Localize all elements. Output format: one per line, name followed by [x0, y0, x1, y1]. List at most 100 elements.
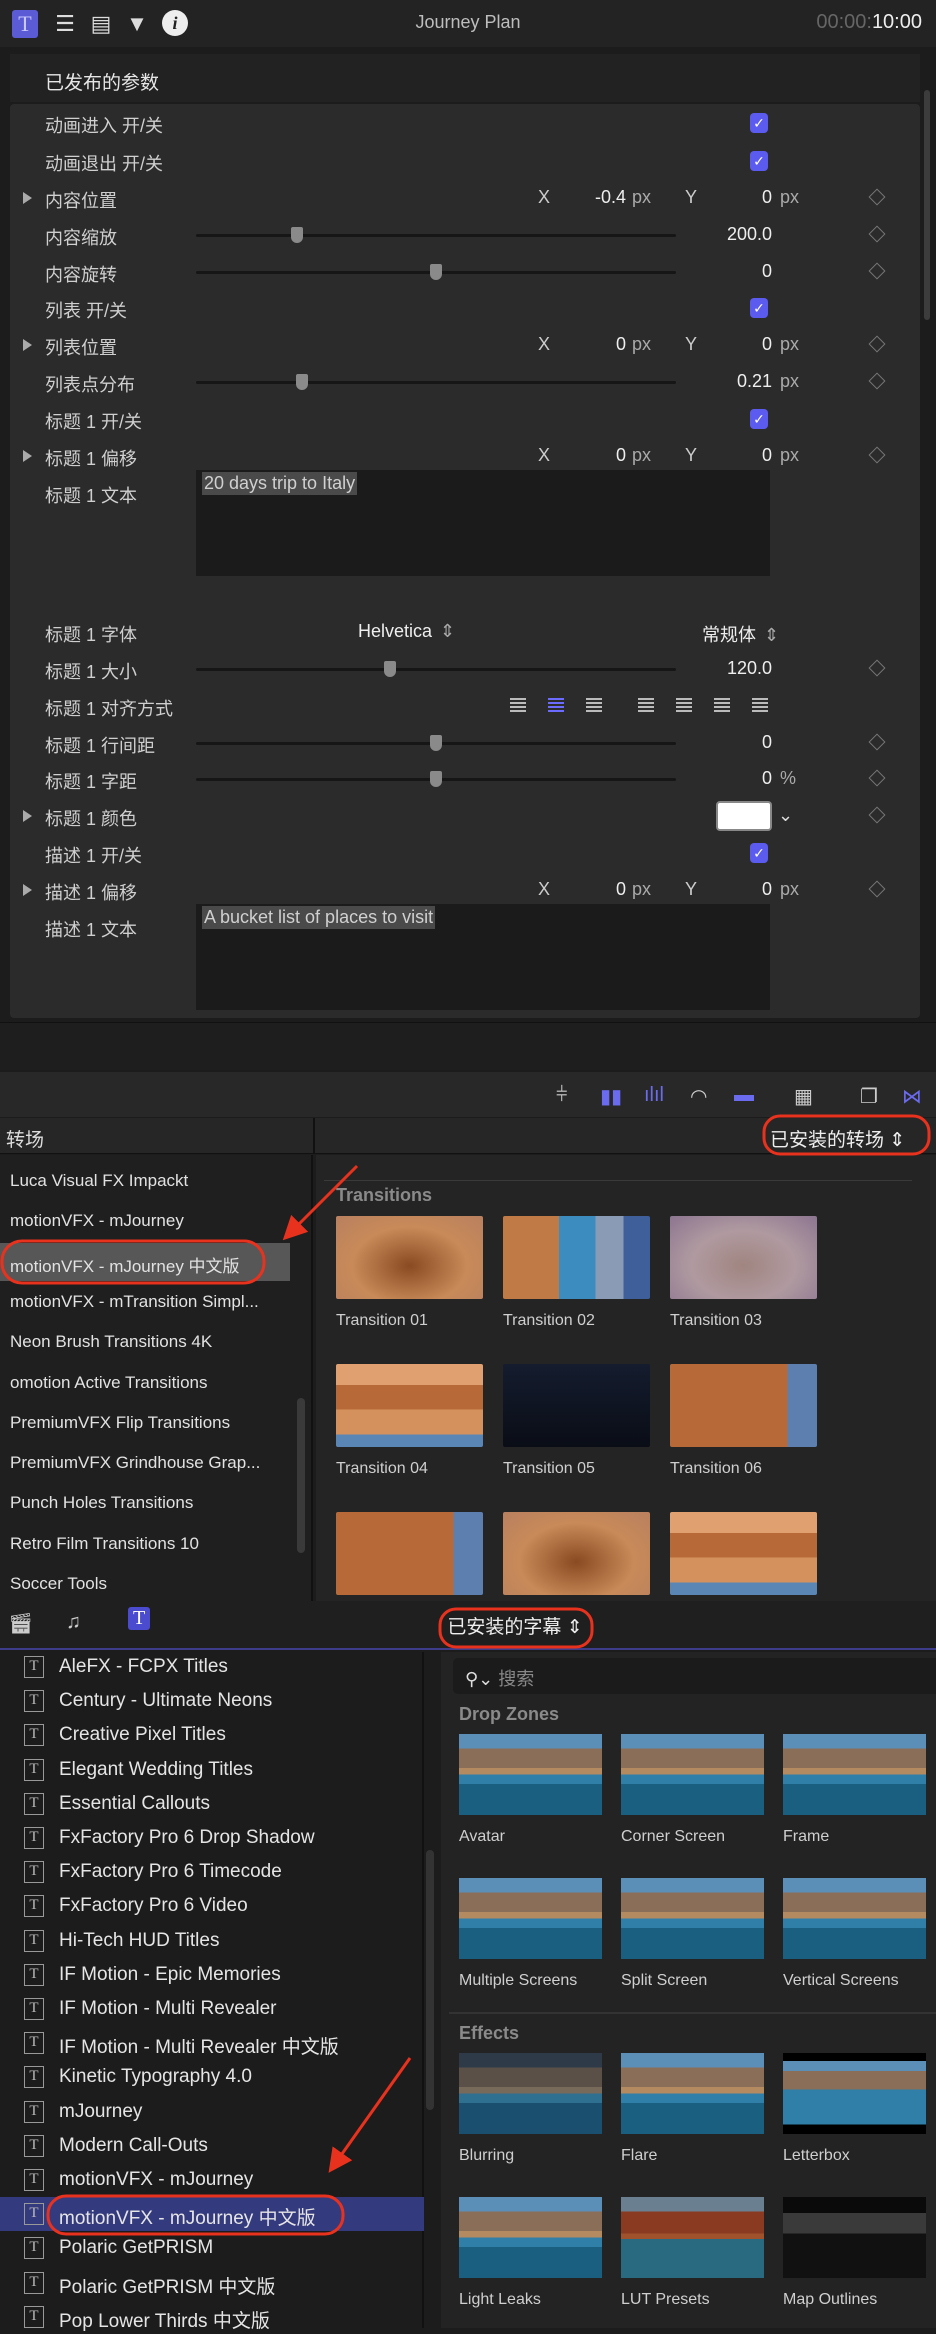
text-area[interactable]: A bucket list of places to visit — [196, 904, 770, 1010]
title-category-item[interactable]: T Polaric GetPRISM 中文版 — [0, 2266, 424, 2300]
title-category-item[interactable]: T Modern Call-Outs — [0, 2129, 424, 2163]
title-thumbnail[interactable] — [459, 1734, 602, 1815]
slider-thumb[interactable] — [295, 374, 308, 390]
transition-category-item[interactable]: PremiumVFX Grindhouse Grap... — [0, 1444, 290, 1482]
checkbox[interactable]: ✓ — [750, 298, 768, 318]
checkbox[interactable]: ✓ — [750, 409, 768, 429]
slider-track[interactable] — [196, 264, 676, 280]
title-category-item[interactable]: T Polaric GetPRISM — [0, 2231, 424, 2265]
snapping-icon[interactable]: ▬ — [734, 1084, 754, 1107]
x-value-field[interactable]: 0 — [550, 445, 626, 466]
transition-thumbnail[interactable] — [503, 1512, 650, 1595]
value-field[interactable]: 0 — [650, 768, 772, 789]
keyframe-diamond-icon[interactable] — [868, 262, 886, 280]
title-category-item[interactable]: T Pop Lower Thirds 中文版 — [0, 2300, 424, 2334]
waveform-icon[interactable]: ılıl — [644, 1084, 664, 1107]
clapper-icon[interactable]: 🎬︎ — [8, 1611, 33, 1636]
slider-track[interactable] — [196, 227, 676, 243]
keyframe-diamond-icon[interactable] — [868, 225, 886, 243]
x-value-field[interactable]: -0.4 — [550, 187, 626, 208]
slider-thumb[interactable] — [384, 661, 397, 677]
font-style-popup[interactable]: 常规体 ⇕ — [702, 621, 779, 647]
installed-transitions-dropdown[interactable]: 已安装的转场 ⇕ — [770, 1125, 905, 1152]
checkbox[interactable]: ✓ — [750, 113, 768, 133]
title-thumbnail[interactable] — [783, 2197, 926, 2278]
justify-full-icon[interactable] — [752, 698, 768, 712]
transition-thumbnail[interactable] — [336, 1364, 483, 1447]
title-category-item[interactable]: T IF Motion - Epic Memories — [0, 1958, 424, 1992]
photos-audio-icon[interactable]: ♫ — [66, 1611, 81, 1634]
transition-category-item[interactable]: motionVFX - mJourney — [0, 1202, 290, 1240]
transition-thumbnail[interactable] — [670, 1364, 817, 1447]
transition-category-item[interactable]: PremiumVFX Flip Transitions — [0, 1404, 290, 1442]
title-category-item[interactable]: TmotionVFX - mJourney 中文版 — [0, 2197, 424, 2232]
title-category-item[interactable]: T Century - Ultimate Neons — [0, 1684, 424, 1718]
color-swatch[interactable] — [716, 801, 772, 831]
checkbox[interactable]: ✓ — [750, 843, 768, 863]
align-left-icon[interactable] — [510, 698, 526, 712]
transition-category-item[interactable]: Neon Brush Transitions 4K — [0, 1323, 290, 1361]
title-category-item[interactable]: TmJourney — [0, 2095, 424, 2129]
title-category-item[interactable]: T FxFactory Pro 6 Drop Shadow — [0, 1821, 424, 1855]
chevron-down-icon[interactable]: ⌄ — [778, 805, 793, 826]
justify-center-icon[interactable] — [676, 698, 692, 712]
transition-category-item[interactable]: omotion Active Transitions — [0, 1364, 290, 1402]
browser-toggle-icon[interactable]: ❐ — [860, 1084, 878, 1109]
y-value-field[interactable]: 0 — [700, 334, 772, 355]
keyframe-diamond-icon[interactable] — [868, 880, 886, 898]
film-icon[interactable]: ▦ — [794, 1084, 813, 1109]
disclosure-triangle-icon[interactable] — [23, 810, 32, 822]
clip-appearance-icon[interactable]: ▮▮ — [600, 1084, 622, 1109]
title-thumbnail[interactable] — [621, 1734, 764, 1815]
keyframe-diamond-icon[interactable] — [868, 335, 886, 353]
transition-thumbnail[interactable] — [670, 1216, 817, 1299]
title-thumbnail[interactable] — [783, 1878, 926, 1959]
transition-category-item[interactable]: Soccer Tools — [0, 1565, 290, 1603]
title-category-item[interactable]: T Kinetic Typography 4.0 — [0, 2060, 424, 2094]
title-thumbnail[interactable] — [459, 2197, 602, 2278]
index-icon[interactable]: ⫩ — [556, 1084, 567, 1107]
transition-category-item[interactable]: Luca Visual FX Impackt — [0, 1162, 290, 1200]
justify-right-icon[interactable] — [714, 698, 730, 712]
value-field[interactable]: 0.21 — [650, 371, 772, 392]
disclosure-triangle-icon[interactable] — [23, 192, 32, 204]
titles-generators-icon[interactable]: T — [128, 1607, 151, 1630]
title-category-item[interactable]: T Hi-Tech HUD Titles — [0, 1924, 424, 1958]
keyframe-diamond-icon[interactable] — [868, 446, 886, 464]
title-thumbnail[interactable] — [783, 1734, 926, 1815]
transition-category-item[interactable]: motionVFX - mJourney 中文版 — [0, 1242, 290, 1281]
slider-thumb[interactable] — [430, 771, 442, 787]
keyframe-diamond-icon[interactable] — [868, 372, 886, 390]
title-category-item[interactable]: T Essential Callouts — [0, 1787, 424, 1821]
transition-thumbnail[interactable] — [336, 1512, 483, 1595]
title-thumbnail[interactable] — [459, 2053, 602, 2134]
title-category-item[interactable]: T FxFactory Pro 6 Timecode — [0, 1855, 424, 1889]
keyframe-diamond-icon[interactable] — [868, 188, 886, 206]
slider-track[interactable] — [196, 661, 676, 677]
title-thumbnail[interactable] — [621, 2053, 764, 2134]
title-category-item[interactable]: TmotionVFX - mJourney — [0, 2163, 424, 2197]
transition-thumbnail[interactable] — [503, 1364, 650, 1447]
transition-thumbnail[interactable] — [670, 1512, 817, 1595]
keyframe-diamond-icon[interactable] — [868, 769, 886, 787]
transition-thumbnail[interactable] — [336, 1216, 483, 1299]
title-category-item[interactable]: T FxFactory Pro 6 Video — [0, 1889, 424, 1923]
title-category-item[interactable]: T IF Motion - Multi Revealer — [0, 1992, 424, 2026]
y-value-field[interactable]: 0 — [700, 445, 772, 466]
keyframe-diamond-icon[interactable] — [868, 806, 886, 824]
font-family-popup[interactable]: Helvetica ⇕ — [358, 621, 455, 642]
titles-list-scrollbar[interactable] — [426, 1850, 434, 2110]
slider-thumb[interactable] — [290, 227, 303, 243]
disclosure-triangle-icon[interactable] — [23, 450, 32, 462]
transition-category-item[interactable]: Retro Film Transitions 10 — [0, 1525, 290, 1563]
align-center-icon[interactable] — [548, 698, 564, 712]
title-thumbnail[interactable] — [459, 1878, 602, 1959]
text-area[interactable]: 20 days trip to Italy — [196, 470, 770, 576]
installed-titles-dropdown[interactable]: 已安装的字幕 ⇕ — [440, 1612, 590, 1639]
x-value-field[interactable]: 0 — [550, 879, 626, 900]
disclosure-triangle-icon[interactable] — [23, 884, 32, 896]
value-field[interactable]: 200.0 — [650, 224, 772, 245]
value-field[interactable]: 0 — [650, 732, 772, 753]
title-thumbnail[interactable] — [621, 1878, 764, 1959]
slider-thumb[interactable] — [430, 735, 442, 751]
